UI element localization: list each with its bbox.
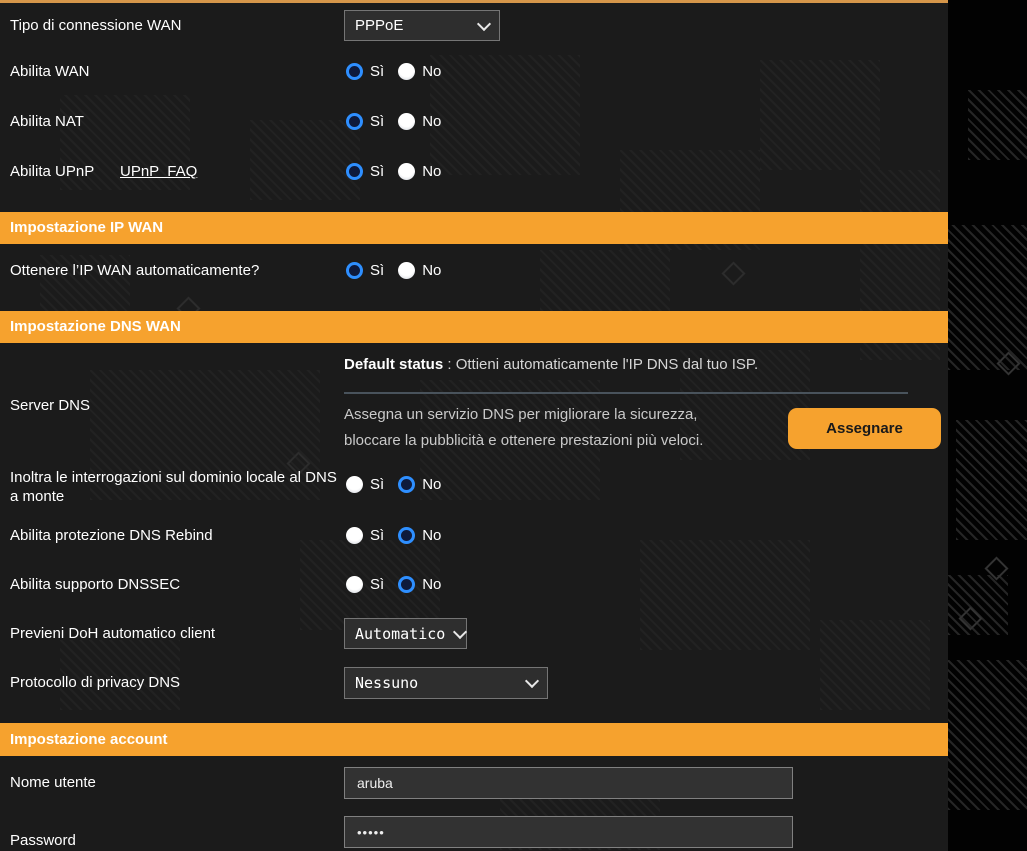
radio-yes-label: Sì bbox=[370, 163, 384, 180]
radio-no-label: No bbox=[422, 476, 441, 493]
chevron-down-icon bbox=[525, 674, 539, 688]
enable-wan-no-radio[interactable] bbox=[398, 63, 415, 80]
assign-button[interactable]: Assegnare bbox=[788, 408, 941, 449]
radio-yes-label: Sì bbox=[370, 576, 384, 593]
password-input[interactable] bbox=[344, 816, 793, 848]
section-header-account: Impostazione account bbox=[0, 723, 948, 756]
dns-desc-line1: Assegna un servizio DNS per migliorare l… bbox=[344, 406, 697, 423]
dnssec-no-radio[interactable] bbox=[398, 576, 415, 593]
radio-yes-label: Sì bbox=[370, 113, 384, 130]
dns-rebind-label: Abilita protezione DNS Rebind bbox=[10, 520, 213, 552]
dns-server-row: Server DNS Default status : Ottieni auto… bbox=[0, 356, 948, 466]
section-header-ip-wan: Impostazione IP WAN bbox=[0, 212, 948, 244]
enable-nat-no-radio[interactable] bbox=[398, 113, 415, 130]
username-label: Nome utente bbox=[10, 767, 96, 799]
enable-upnp-row: Abilita UPnP UPnP FAQ Sì No bbox=[0, 156, 948, 188]
forward-local-row: Inoltra le interrogazioni sul dominio lo… bbox=[0, 468, 948, 508]
enable-nat-row: Abilita NAT Sì No bbox=[0, 106, 948, 138]
chevron-down-icon bbox=[453, 624, 467, 638]
enable-wan-row: Abilita WAN Sì No bbox=[0, 56, 948, 88]
dns-divider bbox=[344, 392, 908, 394]
dns-privacy-value: Nessuno bbox=[355, 674, 418, 692]
wan-type-label: Tipo di connessione WAN bbox=[10, 10, 181, 41]
dnssec-label: Abilita supporto DNSSEC bbox=[10, 569, 180, 601]
dns-rebind-no-radio[interactable] bbox=[398, 527, 415, 544]
doh-value: Automatico bbox=[355, 625, 445, 643]
enable-nat-label: Abilita NAT bbox=[10, 106, 84, 138]
auto-ip-label: Ottenere l’IP WAN automaticamente? bbox=[10, 255, 259, 287]
auto-ip-yes-radio[interactable] bbox=[346, 262, 363, 279]
dnssec-yes-radio[interactable] bbox=[346, 576, 363, 593]
radio-yes-label: Sì bbox=[370, 63, 384, 80]
dns-privacy-row: Protocollo di privacy DNS Nessuno bbox=[0, 667, 948, 699]
dns-default-status-text: Ottieni automaticamente l'IP DNS dal tuo… bbox=[456, 356, 758, 373]
password-row: Password bbox=[0, 816, 948, 851]
radio-no-label: No bbox=[422, 262, 441, 279]
wan-type-row: Tipo di connessione WAN PPPoE bbox=[0, 10, 948, 41]
dns-rebind-row: Abilita protezione DNS Rebind Sì No bbox=[0, 520, 948, 552]
username-row: Nome utente bbox=[0, 767, 948, 799]
chevron-down-icon bbox=[477, 16, 491, 30]
dns-server-label: Server DNS bbox=[10, 397, 90, 414]
auto-ip-row: Ottenere l’IP WAN automaticamente? Sì No bbox=[0, 255, 948, 287]
dns-default-status-title: Default status bbox=[344, 356, 443, 373]
radio-no-label: No bbox=[422, 63, 441, 80]
radio-yes-label: Sì bbox=[370, 262, 384, 279]
dns-privacy-select[interactable]: Nessuno bbox=[344, 667, 548, 699]
wan-settings-page: Tipo di connessione WAN PPPoE Abilita WA… bbox=[0, 0, 1027, 851]
radio-yes-label: Sì bbox=[370, 476, 384, 493]
section-header-dns-wan: Impostazione DNS WAN bbox=[0, 311, 948, 343]
upnp-faq-link[interactable]: UPnP FAQ bbox=[120, 156, 197, 188]
wan-type-select[interactable]: PPPoE bbox=[344, 10, 500, 41]
top-accent-line bbox=[0, 0, 948, 3]
enable-upnp-label: Abilita UPnP bbox=[10, 156, 94, 188]
wan-type-value: PPPoE bbox=[355, 17, 403, 34]
radio-no-label: No bbox=[422, 113, 441, 130]
dns-desc-line2: bloccare la pubblicità e ottenere presta… bbox=[344, 432, 703, 449]
doh-row: Previeni DoH automatico client Automatic… bbox=[0, 618, 948, 649]
enable-wan-yes-radio[interactable] bbox=[346, 63, 363, 80]
dnssec-row: Abilita supporto DNSSEC Sì No bbox=[0, 569, 948, 601]
username-input[interactable] bbox=[344, 767, 793, 799]
dns-privacy-label: Protocollo di privacy DNS bbox=[10, 667, 180, 699]
radio-no-label: No bbox=[422, 576, 441, 593]
enable-upnp-yes-radio[interactable] bbox=[346, 163, 363, 180]
auto-ip-no-radio[interactable] bbox=[398, 262, 415, 279]
forward-local-no-radio[interactable] bbox=[398, 476, 415, 493]
enable-nat-yes-radio[interactable] bbox=[346, 113, 363, 130]
enable-upnp-no-radio[interactable] bbox=[398, 163, 415, 180]
dns-rebind-yes-radio[interactable] bbox=[346, 527, 363, 544]
forward-local-yes-radio[interactable] bbox=[346, 476, 363, 493]
doh-label: Previeni DoH automatico client bbox=[10, 618, 215, 649]
doh-select[interactable]: Automatico bbox=[344, 618, 467, 649]
password-label: Password bbox=[10, 832, 76, 849]
forward-local-label: Inoltra le interrogazioni sul dominio lo… bbox=[10, 468, 342, 506]
enable-wan-label: Abilita WAN bbox=[10, 56, 89, 88]
radio-no-label: No bbox=[422, 527, 441, 544]
settings-panel: Tipo di connessione WAN PPPoE Abilita WA… bbox=[0, 0, 948, 851]
radio-no-label: No bbox=[422, 163, 441, 180]
right-background-strip bbox=[948, 0, 1027, 851]
dns-default-status: Default status : Ottieni automaticamente… bbox=[344, 356, 758, 373]
radio-yes-label: Sì bbox=[370, 527, 384, 544]
